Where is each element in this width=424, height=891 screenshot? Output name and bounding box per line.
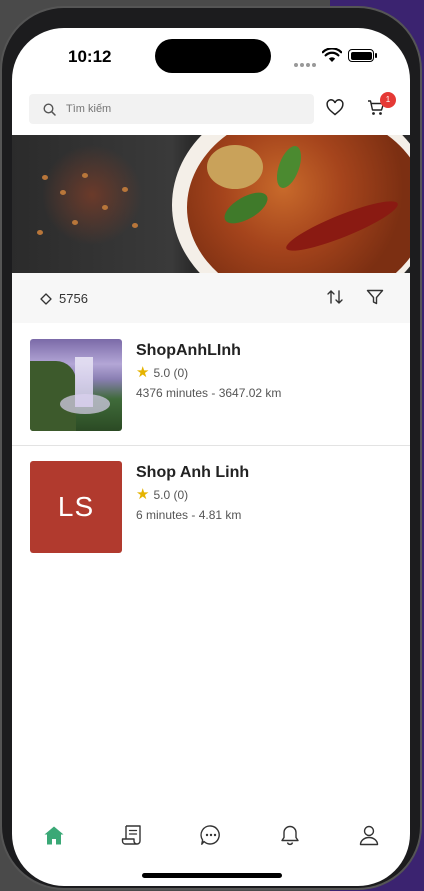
battery-icon	[348, 49, 377, 62]
tab-notifications[interactable]	[277, 822, 303, 848]
promo-banner[interactable]	[12, 135, 410, 273]
sort-icon[interactable]	[326, 288, 344, 306]
phone-frame: 10:12 1	[2, 8, 420, 888]
location-target-icon	[40, 292, 52, 305]
search-bar[interactable]	[29, 94, 314, 124]
favorites-heart-icon[interactable]	[326, 99, 344, 116]
shop-distance: 6 minutes - 4.81 km	[136, 508, 242, 522]
rating-value: 5.0 (0)	[153, 487, 189, 502]
orders-icon	[121, 825, 141, 845]
star-icon: ★	[136, 364, 150, 381]
location-count: 5756	[59, 291, 88, 306]
star-icon: ★	[136, 486, 150, 503]
shop-thumbnail-waterfall	[30, 339, 122, 431]
filter-icon[interactable]	[366, 288, 384, 306]
location-filter[interactable]: 5756	[40, 291, 88, 306]
search-icon	[43, 102, 56, 116]
bell-icon	[281, 825, 299, 846]
profile-icon	[359, 825, 379, 846]
status-time: 10:12	[68, 47, 112, 66]
shop-name: Shop Anh Linh	[136, 464, 250, 481]
shop-distance: 4376 minutes - 3647.02 km	[136, 386, 282, 400]
bottom-tab-bar	[12, 814, 410, 854]
shop-rating: ★ 5.0 (0)	[136, 487, 188, 502]
status-bar: 10:12	[12, 28, 410, 84]
shop-initials-avatar: LS	[30, 461, 122, 553]
shop-list-item[interactable]: LS Shop Anh Linh ★ 5.0 (0) 6 minutes - 4…	[12, 446, 410, 568]
rating-value: 5.0 (0)	[153, 365, 189, 380]
chat-icon	[200, 825, 220, 845]
tab-orders[interactable]	[119, 822, 145, 848]
tab-home[interactable]	[41, 822, 67, 848]
search-input[interactable]	[66, 103, 266, 115]
wifi-icon	[322, 48, 342, 62]
dynamic-island	[155, 39, 271, 73]
shop-rating: ★ 5.0 (0)	[136, 365, 188, 380]
cart-badge: 1	[380, 92, 396, 108]
home-icon	[44, 826, 64, 844]
shop-list-item[interactable]: ShopAnhLInh ★ 5.0 (0) 4376 minutes - 364…	[12, 324, 410, 446]
tab-chat[interactable]	[198, 822, 224, 848]
shop-name: ShopAnhLInh	[136, 342, 241, 359]
tab-profile[interactable]	[356, 822, 382, 848]
filter-bar: 5756	[12, 273, 410, 323]
signal-icon	[294, 54, 318, 72]
home-indicator	[142, 873, 282, 878]
app-screen: 10:12 1	[12, 28, 410, 886]
